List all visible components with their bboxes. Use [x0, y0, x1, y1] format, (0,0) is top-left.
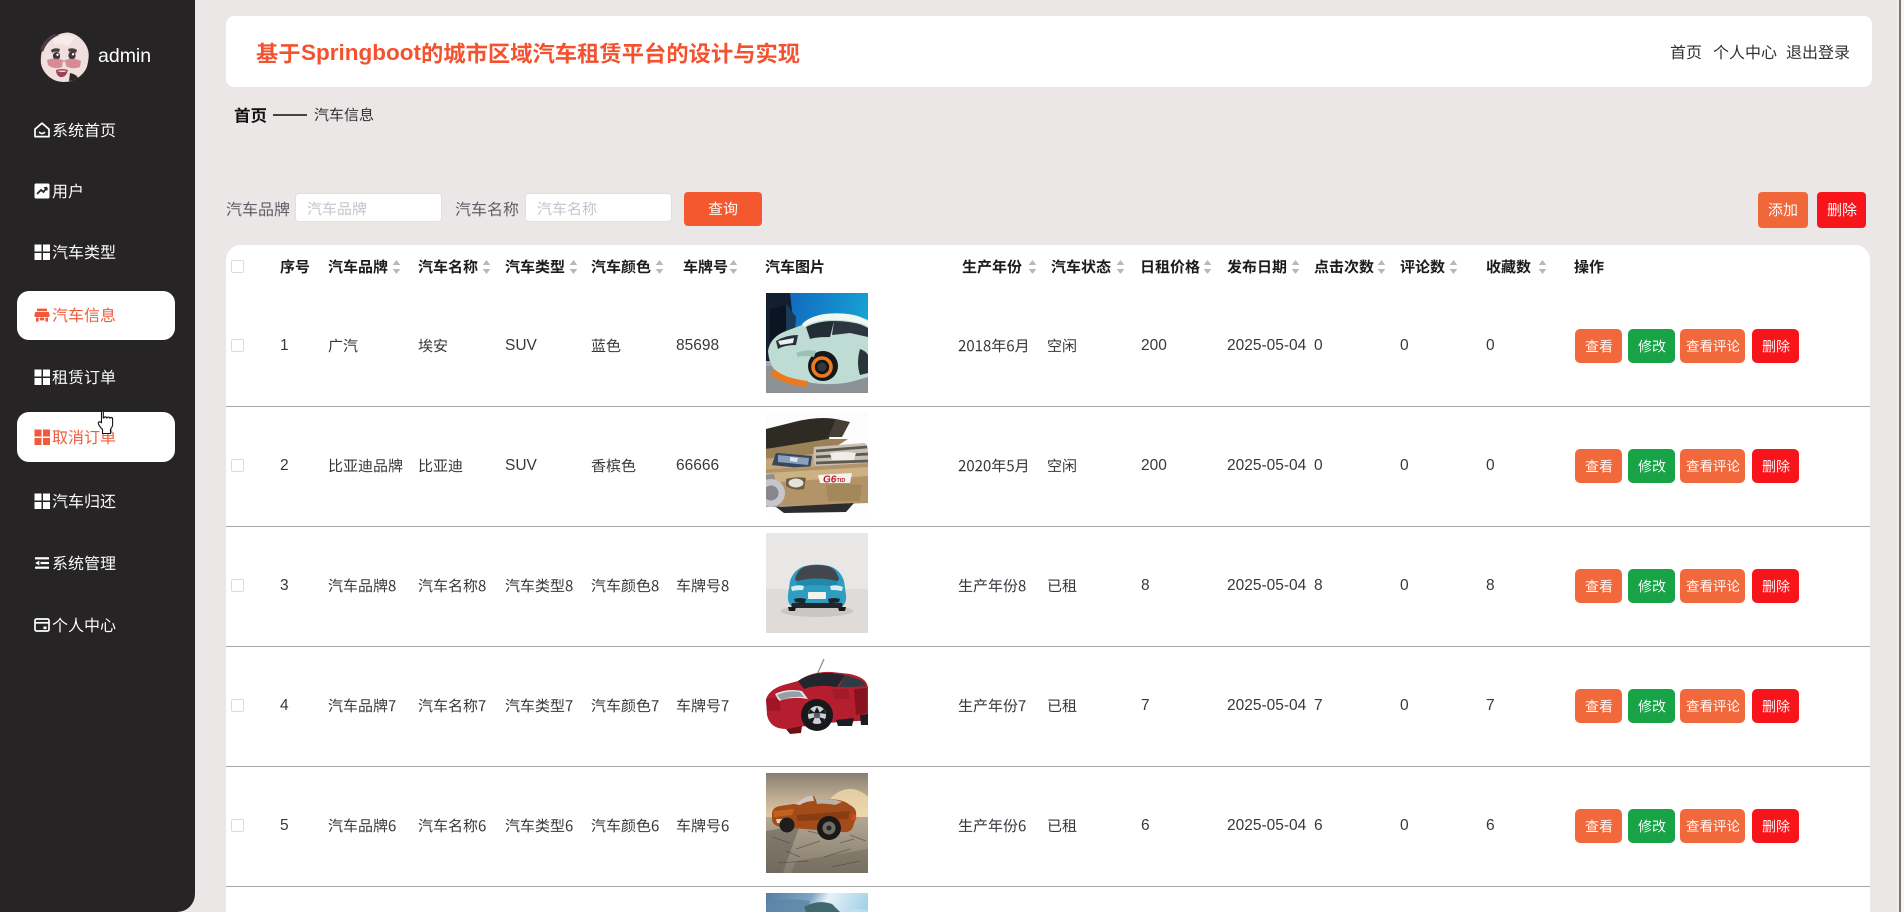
svg-text:G6: G6	[823, 475, 837, 486]
svg-text:TID: TID	[837, 478, 846, 484]
